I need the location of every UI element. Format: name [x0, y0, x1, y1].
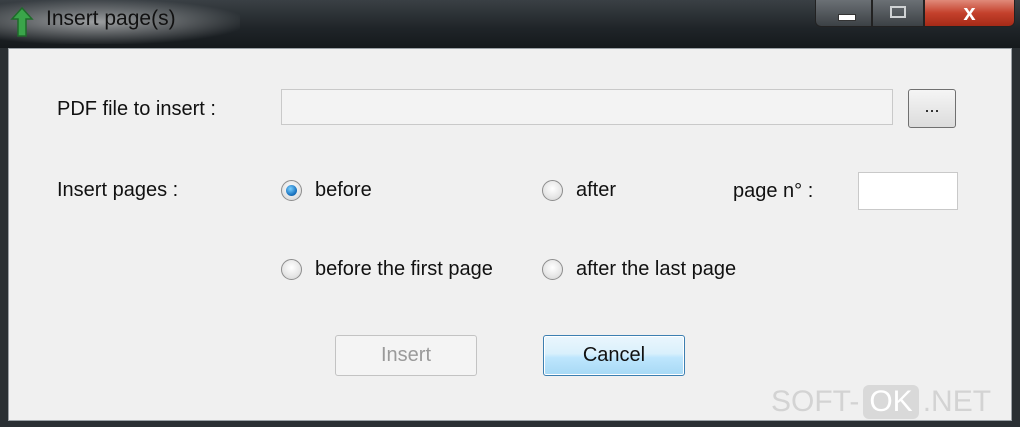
watermark-ok-box: OK [863, 385, 919, 419]
page-number-label: page n° : [733, 180, 814, 202]
close-button[interactable]: x [924, 0, 1015, 27]
pdf-file-input[interactable] [281, 89, 893, 125]
insert-button[interactable]: Insert [335, 335, 477, 376]
radio-label: after the last page [576, 258, 737, 280]
title-bar[interactable]: Insert page(s) x [0, 0, 1020, 48]
close-icon: x [963, 0, 976, 25]
cancel-button[interactable]: Cancel [543, 335, 685, 376]
browse-button[interactable]: ... [908, 89, 956, 128]
watermark-suffix: .NET [922, 385, 992, 418]
caption-buttons: x [815, 0, 1015, 28]
insert-pages-label: Insert pages : [57, 179, 179, 201]
radio-label: before [315, 179, 372, 201]
pdf-file-label: PDF file to insert : [57, 98, 216, 120]
maximize-button[interactable] [872, 0, 924, 27]
watermark-prefix: SOFT- [771, 385, 860, 418]
radio-button[interactable] [542, 180, 563, 201]
radio-button[interactable] [281, 259, 302, 280]
radio-label: before the first page [315, 258, 493, 280]
page-number-input[interactable] [858, 172, 958, 210]
radio-button[interactable] [542, 259, 563, 280]
radio-label: after [576, 179, 617, 201]
window-title: Insert page(s) [46, 7, 176, 30]
maximize-icon [890, 6, 906, 18]
radio-button[interactable] [281, 180, 302, 201]
minimize-icon [838, 14, 856, 21]
minimize-button[interactable] [815, 0, 872, 27]
green-arrow-app-icon [10, 7, 34, 37]
watermark: SOFT- OK .NET [771, 385, 991, 419]
dialog-body: PDF file to insert : ... Insert pages : … [8, 48, 1012, 421]
